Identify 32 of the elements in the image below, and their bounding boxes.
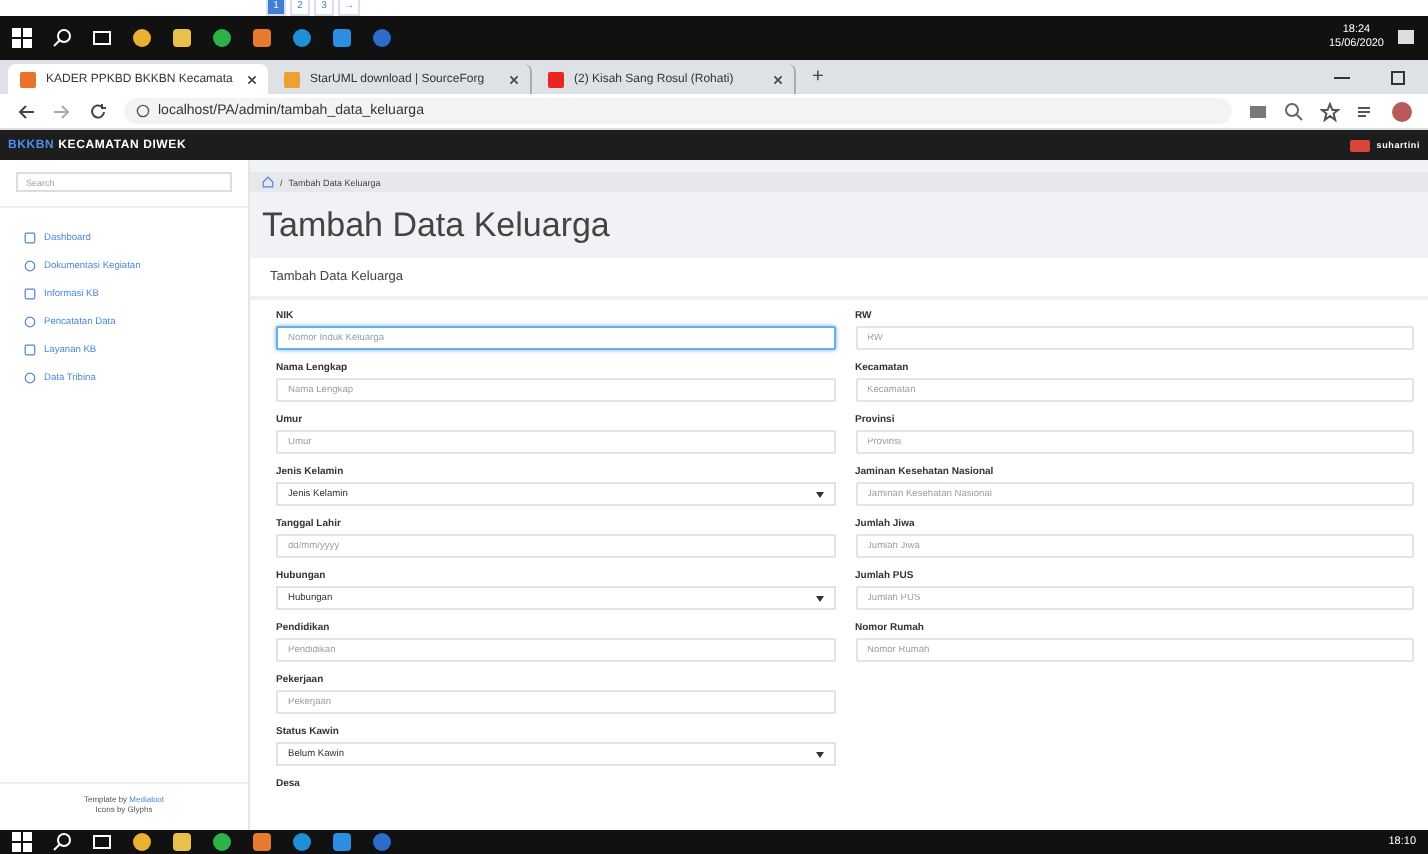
back-icon[interactable] bbox=[16, 101, 36, 121]
new-tab-button[interactable]: + bbox=[800, 66, 836, 88]
restore-icon[interactable] bbox=[1388, 67, 1408, 87]
star-icon[interactable] bbox=[1320, 101, 1340, 121]
close-icon[interactable] bbox=[508, 73, 520, 85]
avatar-icon[interactable] bbox=[1392, 101, 1412, 121]
menu-item-icon bbox=[24, 344, 36, 356]
page-title: Tambah Data Keluarga bbox=[262, 206, 612, 246]
playlist-icon[interactable] bbox=[1356, 101, 1376, 121]
menu-item-icon bbox=[24, 232, 36, 244]
menu-item-icon bbox=[24, 372, 36, 384]
site-icon bbox=[18, 69, 38, 89]
site-icon bbox=[546, 69, 566, 89]
close-icon[interactable] bbox=[772, 73, 784, 85]
caret-icon bbox=[815, 491, 823, 497]
windows-start-icon[interactable] bbox=[12, 28, 32, 48]
task-view-icon[interactable] bbox=[92, 832, 112, 852]
menu-item-icon bbox=[24, 288, 36, 300]
close-icon[interactable] bbox=[246, 73, 258, 85]
search-icon[interactable] bbox=[52, 832, 72, 852]
site-icon bbox=[282, 69, 302, 89]
menu-item-icon bbox=[24, 316, 36, 328]
zoom-icon[interactable] bbox=[1284, 101, 1304, 121]
menu-item-icon bbox=[24, 260, 36, 272]
search-icon[interactable] bbox=[52, 28, 72, 48]
home-icon[interactable] bbox=[262, 176, 274, 188]
caret-icon bbox=[815, 751, 823, 757]
task-view-icon[interactable] bbox=[92, 28, 112, 48]
windows-start-icon[interactable] bbox=[12, 832, 32, 852]
reload-icon[interactable] bbox=[88, 101, 108, 121]
caret-icon bbox=[815, 595, 823, 601]
info-icon bbox=[136, 104, 150, 118]
